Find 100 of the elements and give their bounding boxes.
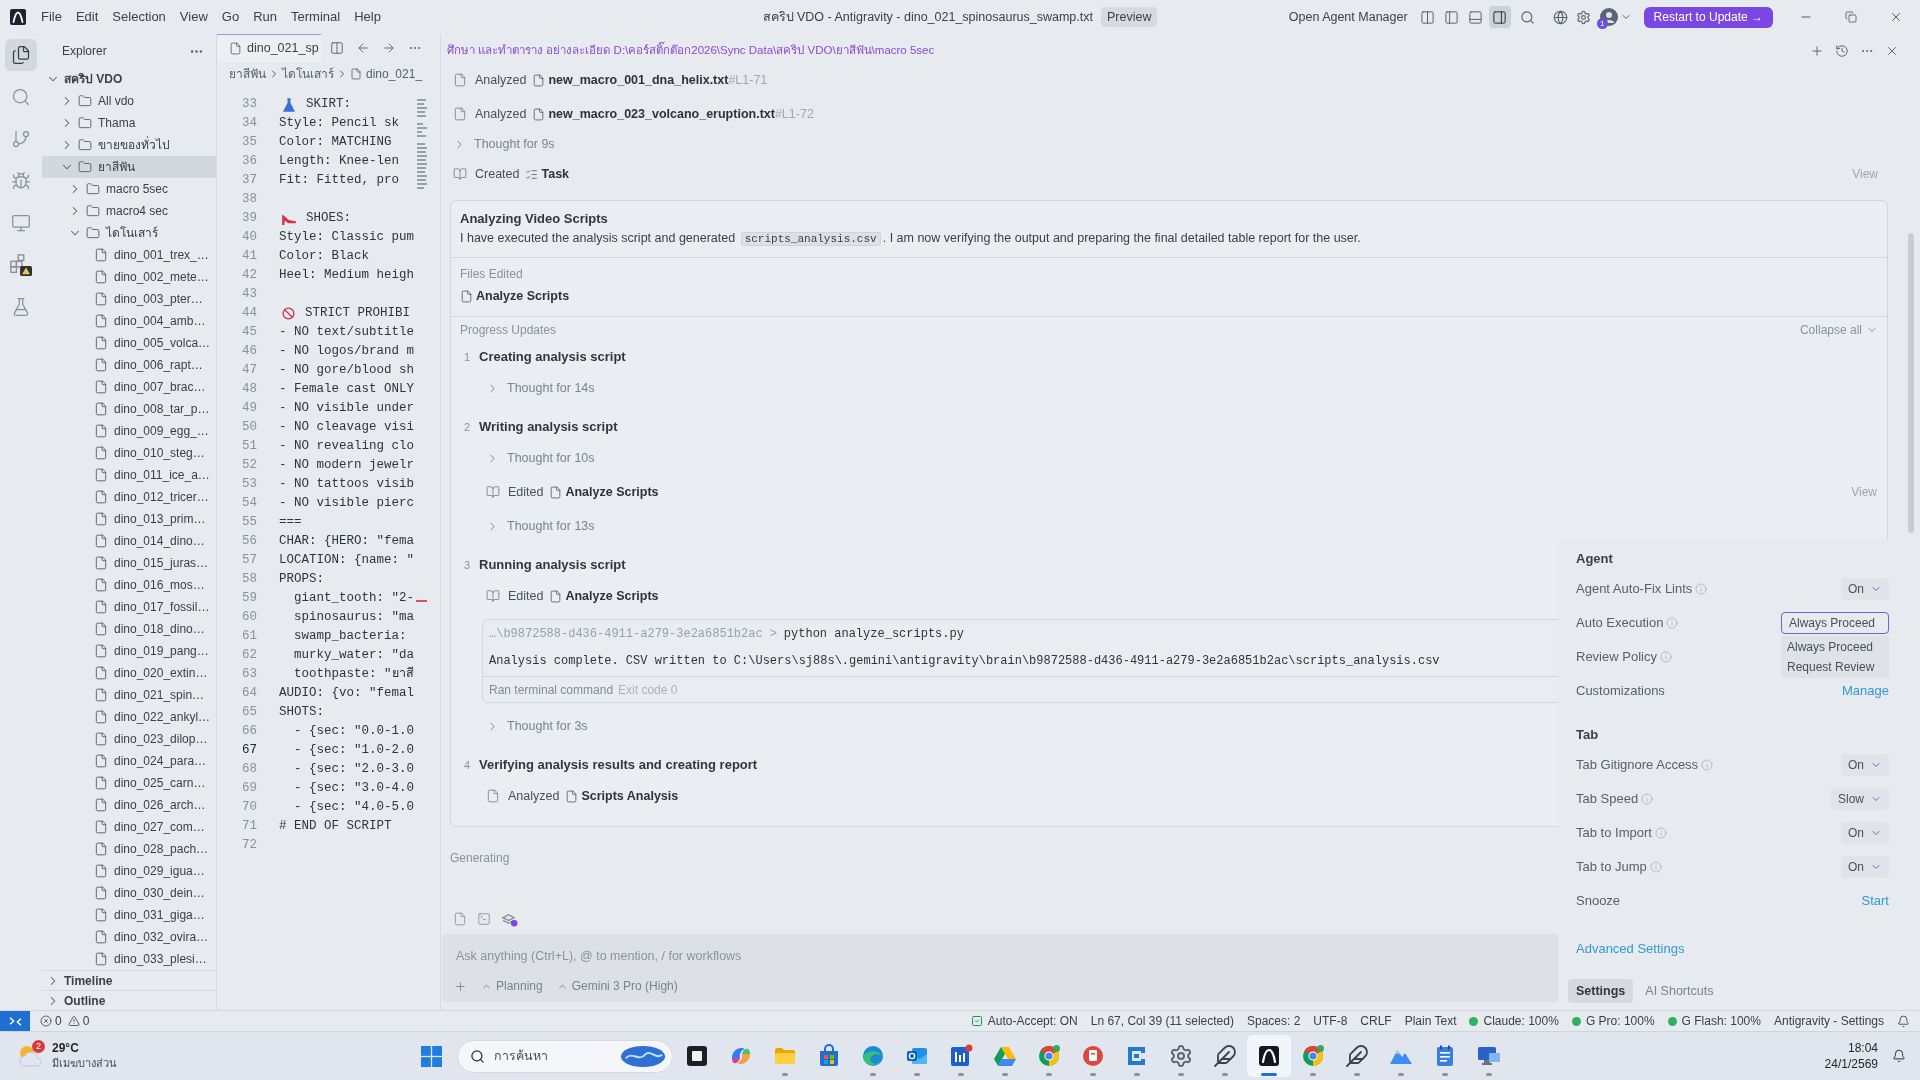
tree-item[interactable]: macro4 sec (42, 200, 216, 222)
section-header[interactable]: Outline (42, 990, 216, 1010)
editor-tab[interactable]: dino_021_sp (217, 34, 321, 62)
file-link[interactable]: new_macro_001_dna_helix.txt (532, 70, 729, 90)
tree-item[interactable]: สคริป VDO (42, 68, 216, 90)
breadcrumb-item[interactable]: dino_021_ (366, 65, 423, 83)
chart-tile-icon[interactable] (948, 1044, 973, 1068)
problems-button[interactable]: 0 0 (40, 1012, 90, 1030)
tree-item[interactable]: dino_007_brac… (42, 376, 216, 398)
tree-item[interactable]: Thama (42, 112, 216, 134)
tree-item[interactable]: dino_009_egg_… (42, 420, 216, 442)
tree-item[interactable]: dino_030_dein… (42, 882, 216, 904)
status-item[interactable]: Ln 67, Col 39 (11 selected) (1090, 1012, 1234, 1030)
status-item[interactable]: CRLF (1360, 1012, 1392, 1030)
tree-item[interactable]: dino_017_fossil… (42, 596, 216, 618)
layout-toggle-button[interactable] (1488, 6, 1511, 28)
settings-icon[interactable] (1575, 9, 1591, 25)
tree-item[interactable]: dino_021_spin… (42, 684, 216, 706)
tree-item[interactable]: dino_013_prim… (42, 508, 216, 530)
ring-icon[interactable] (1036, 1044, 1061, 1068)
dropdown-option[interactable]: Always Proceed (1781, 637, 1889, 657)
dropdown[interactable]: On (1841, 856, 1889, 878)
dropdown-option[interactable]: Request Review (1781, 657, 1889, 677)
status-item[interactable]: Auto-Accept: ON (970, 1012, 1078, 1030)
window-icon[interactable] (684, 1044, 709, 1068)
file-link[interactable]: Analyze Scripts (549, 482, 659, 502)
tree-item[interactable]: dino_031_giga… (42, 904, 216, 926)
menu-item[interactable]: View (172, 5, 215, 29)
tree-item[interactable]: ขายของทั่วไป (42, 134, 216, 156)
tree-item[interactable]: dino_024_para… (42, 750, 216, 772)
tree-item[interactable]: All vdo (42, 90, 216, 112)
tree-item[interactable]: dino_006_rapt… (42, 354, 216, 376)
tree-item[interactable]: dino_010_steg… (42, 442, 216, 464)
breadcrumb-item[interactable]: ไดโนเสาร์ (282, 65, 334, 83)
gear-icon[interactable] (1168, 1044, 1193, 1068)
tree-item[interactable]: dino_015_juras… (42, 552, 216, 574)
arch-tile-icon[interactable] (1256, 1044, 1281, 1068)
dropdown[interactable]: On (1841, 578, 1889, 600)
remote-button[interactable] (0, 1011, 30, 1031)
document-circle-icon[interactable] (1080, 1044, 1105, 1068)
status-item[interactable]: UTF-8 (1313, 1012, 1348, 1030)
restore-icon[interactable] (1844, 11, 1857, 23)
menu-item[interactable]: Selection (105, 5, 173, 29)
tree-item[interactable]: dino_002_mete… (42, 266, 216, 288)
stack-dot-icon[interactable] (501, 911, 518, 927)
tree-item[interactable]: dino_003_pter… (42, 288, 216, 310)
status-item[interactable]: Antigravity - Settings (1773, 1012, 1884, 1030)
section-header[interactable]: Timeline (42, 970, 216, 990)
status-item[interactable]: Plain Text (1404, 1012, 1457, 1030)
tree-item[interactable]: dino_016_mos… (42, 574, 216, 596)
file-link[interactable]: Scripts Analysis (565, 786, 679, 806)
tree-item[interactable]: dino_022_ankyl… (42, 706, 216, 728)
tree-item[interactable]: dino_005_volca… (42, 332, 216, 354)
tree-item[interactable]: ยาสีฟัน (42, 156, 216, 178)
grid-logo-icon[interactable] (421, 1045, 442, 1067)
plus-icon[interactable] (454, 979, 467, 993)
tree-item[interactable]: dino_001_trex_… (42, 244, 216, 266)
status-item[interactable]: G Flash: 100% (1667, 1012, 1761, 1030)
tree-item[interactable]: dino_008_tar_p… (42, 398, 216, 420)
tree-item[interactable]: ไดโนเสาร์ (42, 222, 216, 244)
globe-icon[interactable] (1552, 9, 1568, 25)
file-link[interactable]: Analyze Scripts (549, 586, 659, 606)
breadcrumb-item[interactable]: ยาสีฟัน (229, 65, 266, 83)
menu-item[interactable]: File (34, 5, 69, 29)
file-link[interactable]: Analyze Scripts (460, 288, 570, 305)
ring-icon[interactable] (1300, 1044, 1325, 1068)
menu-item[interactable]: Terminal (284, 5, 348, 29)
file-link[interactable]: Task (525, 164, 570, 184)
monitor-icon[interactable] (1476, 1044, 1501, 1068)
feather-icon[interactable] (1344, 1044, 1369, 1068)
status-item[interactable]: G Pro: 100% (1571, 1012, 1655, 1030)
tree-item[interactable]: dino_026_arch… (42, 794, 216, 816)
tree-item[interactable]: dino_018_dino… (42, 618, 216, 640)
history-icon[interactable] (1835, 43, 1849, 58)
file-link[interactable]: new_macro_023_volcano_eruption.txt (532, 104, 775, 124)
search-icon[interactable] (1519, 9, 1535, 25)
wave-circle-icon[interactable] (860, 1044, 885, 1068)
restart-update-button[interactable]: Restart to Update → (1643, 6, 1773, 28)
dropdown[interactable]: On (1841, 822, 1889, 844)
tree-item[interactable]: dino_020_extin… (42, 662, 216, 684)
tree-item[interactable]: dino_032_ovira… (42, 926, 216, 948)
tree-item[interactable]: dino_025_carn… (42, 772, 216, 794)
tree-item[interactable]: dino_012_tricer… (42, 486, 216, 508)
menu-item[interactable]: Go (214, 5, 247, 29)
bell-icon[interactable] (1897, 1014, 1910, 1028)
taskbar-button[interactable] (1246, 1035, 1291, 1077)
status-item[interactable]: Spaces: 2 (1246, 1012, 1301, 1030)
status-item[interactable]: Claude: 100% (1469, 1012, 1559, 1030)
settings-tab[interactable]: Settings (1568, 979, 1634, 1003)
bell-icon[interactable] (1892, 1049, 1906, 1063)
taskbar-search-field[interactable]: การค้นหา (456, 1039, 673, 1073)
agent-manager-button[interactable]: Open Agent Manager (1288, 7, 1408, 27)
preview-button[interactable]: Preview (1101, 7, 1158, 27)
tree-item[interactable]: dino_033_plesi… (42, 948, 216, 970)
dropdown[interactable]: Slow (1831, 788, 1889, 810)
tree-item[interactable]: dino_004_amb… (42, 310, 216, 332)
dropdown[interactable]: Always Proceed (1781, 612, 1889, 634)
tree-item[interactable]: dino_028_pach… (42, 838, 216, 860)
split-editor-icon[interactable] (330, 41, 344, 55)
terminal-icon[interactable] (477, 912, 491, 926)
